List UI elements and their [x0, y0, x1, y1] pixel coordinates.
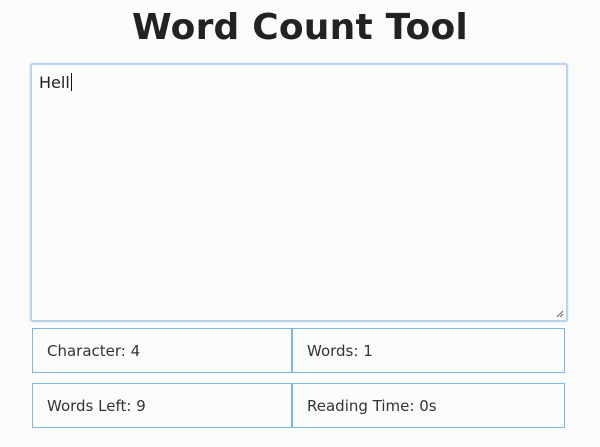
stats-row-2: Words Left: 9 Reading Time: 0s	[32, 383, 565, 428]
reading-time-value: 0s	[419, 396, 437, 415]
stats-row-1: Character: 4 Words: 1	[32, 328, 565, 373]
word-count-value: 1	[363, 341, 373, 360]
text-input-value: Hell	[39, 73, 72, 92]
word-count-label: Words:	[307, 341, 359, 360]
reading-time-label: Reading Time:	[307, 396, 415, 415]
word-count: Words: 1	[292, 329, 564, 372]
reading-time: Reading Time: 0s	[292, 384, 564, 427]
character-count-value: 4	[130, 341, 141, 360]
text-input-area[interactable]: Hell	[30, 63, 568, 322]
character-count: Character: 4	[33, 329, 292, 372]
words-left-value: 9	[136, 396, 146, 415]
words-left-label: Words Left:	[47, 396, 132, 415]
words-left: Words Left: 9	[33, 384, 292, 427]
resize-grip-icon[interactable]	[556, 310, 564, 318]
text-caret	[70, 73, 72, 91]
word-count-app: Word Count Tool Hell Character: 4 Words:…	[0, 0, 600, 447]
page-title: Word Count Tool	[132, 7, 468, 48]
character-count-label: Character:	[47, 341, 126, 360]
